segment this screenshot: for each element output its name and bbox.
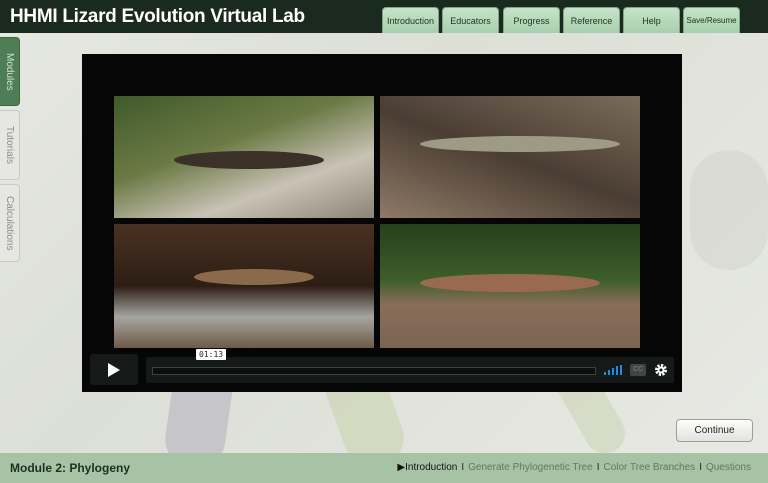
play-icon xyxy=(108,362,120,377)
video-player[interactable]: 01:13 CC xyxy=(82,54,682,392)
tab-reference[interactable]: Reference xyxy=(563,7,620,33)
sidebar-tab-label: Modules xyxy=(4,52,15,91)
step-color-tree-branches[interactable]: Color Tree Branches xyxy=(603,462,695,473)
sidebar-tab-modules[interactable]: Modules xyxy=(0,37,20,106)
module-title: Module 2: Phylogeny xyxy=(10,461,131,475)
app-title: HHMI Lizard Evolution Virtual Lab xyxy=(10,6,305,27)
step-generate-phylogenetic-tree[interactable]: Generate Phylogenetic Tree xyxy=(468,462,593,473)
tab-introduction[interactable]: Introduction xyxy=(382,7,439,33)
separator: I xyxy=(596,462,600,473)
settings-gear-icon[interactable] xyxy=(654,363,668,377)
sidebar-tab-calculations[interactable]: Calculations xyxy=(0,184,20,262)
sidebar-tab-tutorials[interactable]: Tutorials xyxy=(0,110,20,180)
lizard-photo-3 xyxy=(114,224,374,348)
tab-educators[interactable]: Educators xyxy=(442,7,499,33)
lizard-photo-1 xyxy=(114,96,374,218)
lizard-photo-4 xyxy=(380,224,640,348)
current-time-tooltip: 01:13 xyxy=(196,349,227,360)
continue-button[interactable]: Continue xyxy=(676,419,753,442)
step-label: Introduction xyxy=(405,462,458,473)
separator: I xyxy=(461,462,465,473)
module-steps-nav: ▶Introduction I Generate Phylogenetic Tr… xyxy=(397,462,751,473)
module-footer: Module 2: Phylogeny ▶Introduction I Gene… xyxy=(0,453,768,483)
current-step-marker-icon: ▶ xyxy=(397,462,406,473)
play-button[interactable] xyxy=(90,354,138,385)
separator: I xyxy=(699,462,702,473)
step-introduction[interactable]: ▶Introduction xyxy=(397,462,457,473)
lizard-photo-2 xyxy=(380,96,640,218)
tab-save-resume[interactable]: Save/Resume xyxy=(683,7,740,33)
video-controls: 01:13 CC xyxy=(90,349,674,386)
volume-icon[interactable] xyxy=(604,365,624,375)
step-questions[interactable]: Questions xyxy=(706,462,751,473)
control-bar: 01:13 CC xyxy=(146,349,674,383)
closed-captions-icon[interactable]: CC xyxy=(630,364,646,376)
sidebar-tab-label: Tutorials xyxy=(4,126,15,164)
app-header: HHMI Lizard Evolution Virtual Lab Introd… xyxy=(0,0,768,33)
sidebar-tab-label: Calculations xyxy=(4,195,15,251)
tab-help[interactable]: Help xyxy=(623,7,680,33)
tab-progress[interactable]: Progress xyxy=(503,7,560,33)
progress-track[interactable] xyxy=(152,367,596,375)
